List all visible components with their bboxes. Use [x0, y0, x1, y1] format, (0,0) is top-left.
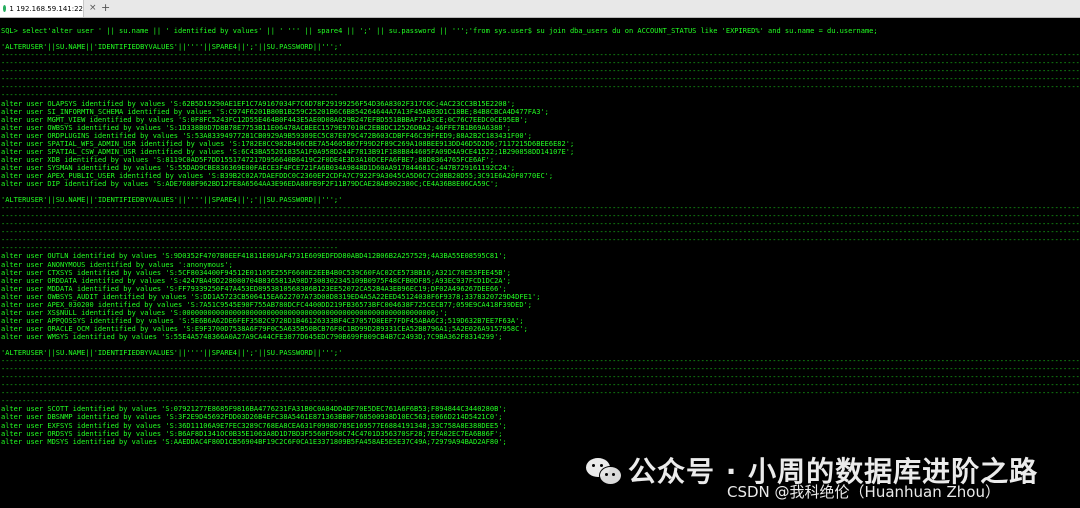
terminal-line: 'ALTERUSER'||SU.NAME||'IDENTIFIEDBYVALUE…	[1, 43, 343, 52]
terminal-line: alter user OUTLN identified by values 'S…	[1, 252, 507, 261]
session-tab-bar: 1 192.168.59.141:22 × +	[0, 0, 1080, 18]
separator-line: ----------------------------------------…	[1, 59, 1079, 68]
terminal-line: alter user APEX_PUBLIC_USER identified b…	[1, 171, 554, 180]
terminal-line: alter user EXFSYS identified by values '…	[1, 421, 507, 430]
separator-line: ----------------------------------------…	[1, 212, 1079, 221]
terminal-line: 'ALTERUSER'||SU.NAME||'IDENTIFIEDBYVALUE…	[1, 196, 343, 205]
separator-line: ----------------------------------------…	[1, 75, 1079, 84]
terminal-line: alter user SPATIAL_WFS_ADMIN_USR identif…	[1, 139, 575, 148]
separator-line: ----------------------------------------…	[1, 236, 1079, 245]
separator-line: ----------------------------------------…	[1, 397, 339, 406]
terminal-line: alter user DBSNMP identified by values '…	[1, 413, 503, 422]
terminal-line: alter user MDDATA identified by values '…	[1, 284, 507, 293]
separator-line: ----------------------------------------…	[1, 389, 1079, 398]
terminal-line: alter user APPQOSSYS identified by value…	[1, 316, 524, 325]
terminal-line: alter user APEX_030200 identified by val…	[1, 300, 533, 309]
separator-line: ----------------------------------------…	[1, 204, 1079, 213]
terminal-line: alter user CTXSYS identified by values '…	[1, 268, 511, 277]
terminal-line: alter user MDSYS identified by values 'S…	[1, 437, 507, 446]
terminal-line: alter user XDB identified by values 'S:8…	[1, 155, 495, 164]
terminal-line: alter user OWBSYS identified by values '…	[1, 123, 511, 132]
terminal-line: alter user SYSMAN identified by values '…	[1, 163, 516, 172]
terminal-line: SQL> select'alter user ' || su.name || '…	[1, 27, 878, 36]
terminal-line: alter user XS$NULL identified by values …	[1, 308, 448, 317]
terminal-line: alter user ANONYMOUS identified by value…	[1, 260, 233, 269]
wechat-icon	[586, 456, 622, 485]
terminal-output[interactable]: SQL> select'alter user ' || su.name || '…	[0, 18, 1080, 508]
connected-status-icon	[3, 5, 7, 12]
separator-line: ----------------------------------------…	[1, 365, 1079, 374]
separator-line: ----------------------------------------…	[1, 51, 1079, 60]
separator-line: ----------------------------------------…	[1, 67, 1079, 76]
terminal-line: alter user OLAPSYS identified by values …	[1, 99, 516, 108]
separator-line: ----------------------------------------…	[1, 220, 1079, 229]
terminal-line: alter user ORDDATA identified by values …	[1, 276, 511, 285]
terminal-line: alter user ORDSYS identified by values '…	[1, 429, 503, 438]
session-tab[interactable]: 1 192.168.59.141:22	[0, 0, 84, 17]
separator-line: ----------------------------------------…	[1, 228, 1079, 237]
terminal-line: alter user DIP identified by values 'S:A…	[1, 180, 499, 188]
new-tab-icon[interactable]: +	[101, 1, 110, 15]
separator-line: ----------------------------------------…	[1, 244, 339, 253]
separator-line: ----------------------------------------…	[1, 373, 1079, 382]
close-tab-icon[interactable]: ×	[89, 2, 97, 15]
watermark-credit: CSDN @我科绝伦（Huanhuan Zhou）	[727, 483, 1000, 501]
terminal-line: alter user SCOTT identified by values 'S…	[1, 405, 507, 414]
separator-line: ----------------------------------------…	[1, 381, 1079, 390]
terminal-line: 'ALTERUSER'||SU.NAME||'IDENTIFIEDBYVALUE…	[1, 349, 343, 358]
terminal-line: alter user ORDPLUGINS identified by valu…	[1, 131, 533, 140]
terminal-line: alter user SI_INFORMTN_SCHEMA identified…	[1, 107, 549, 116]
separator-line: ----------------------------------------…	[1, 91, 339, 100]
separator-line: ----------------------------------------…	[1, 357, 1079, 366]
terminal-line: alter user ORACLE_OCM identified by valu…	[1, 324, 528, 333]
session-tab-title: 1 192.168.59.141:22	[9, 4, 83, 13]
terminal-line: alter user OWBSYS_AUDIT identified by va…	[1, 292, 541, 301]
separator-line: ----------------------------------------…	[1, 83, 1079, 92]
terminal-line: alter user SPATIAL_CSW_ADMIN_USR identif…	[1, 147, 575, 156]
terminal-line: alter user MGMT_VIEW identified by value…	[1, 115, 528, 124]
terminal-line: alter user WMSYS identified by values 'S…	[1, 332, 503, 341]
